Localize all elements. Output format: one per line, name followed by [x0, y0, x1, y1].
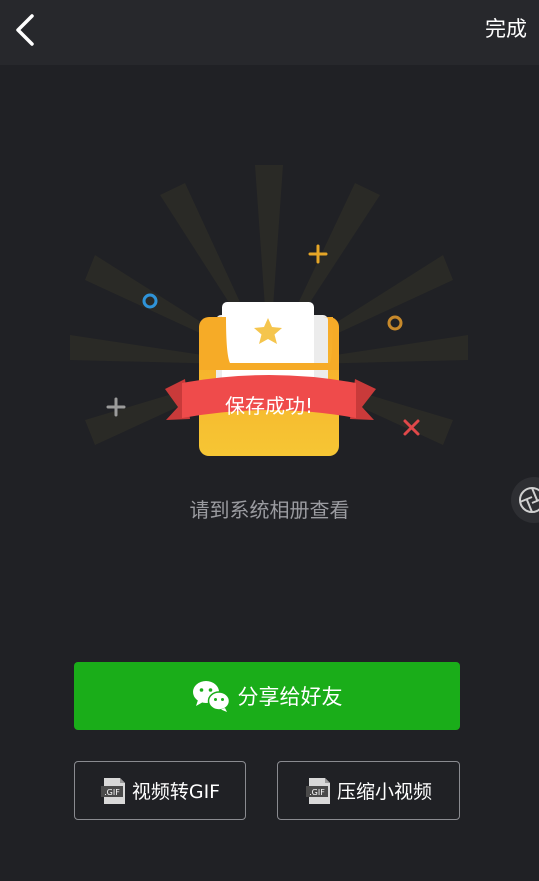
ribbon-text: 保存成功! [225, 394, 313, 418]
save-success-illustration: 保存成功! [70, 165, 468, 456]
gif-badge-text: .GIF [309, 788, 325, 797]
hint-text: 请到系统相册查看 [189, 498, 350, 522]
share-label: 分享给好友 [237, 685, 343, 709]
chevron-left-icon [16, 14, 34, 46]
gif-file-icon: .GIF [305, 777, 330, 804]
video-to-gif-button[interactable]: .GIF 视频转GIF [74, 761, 246, 820]
gif-badge-text: .GIF [104, 788, 120, 797]
compress-video-button[interactable]: .GIF 压缩小视频 [277, 761, 460, 820]
share-to-friends-button[interactable]: 分享给好友 [74, 662, 460, 730]
save-success-screen: 完成 保存成功! 请到系统相册查看 分享给好友 .GIF 视频转GIF .GIF… [0, 0, 539, 881]
done-button[interactable]: 完成 [485, 15, 527, 43]
back-button[interactable] [8, 10, 48, 50]
success-ribbon: 保存成功! [165, 375, 376, 420]
wechat-icon [192, 681, 230, 712]
compress-label: 压缩小视频 [336, 781, 432, 803]
gif-file-icon: .GIF [100, 777, 125, 804]
circle-icon-orange [387, 315, 403, 331]
gif-label: 视频转GIF [131, 781, 221, 803]
top-bar: 完成 [0, 0, 539, 65]
shutter-icon[interactable] [510, 476, 539, 524]
